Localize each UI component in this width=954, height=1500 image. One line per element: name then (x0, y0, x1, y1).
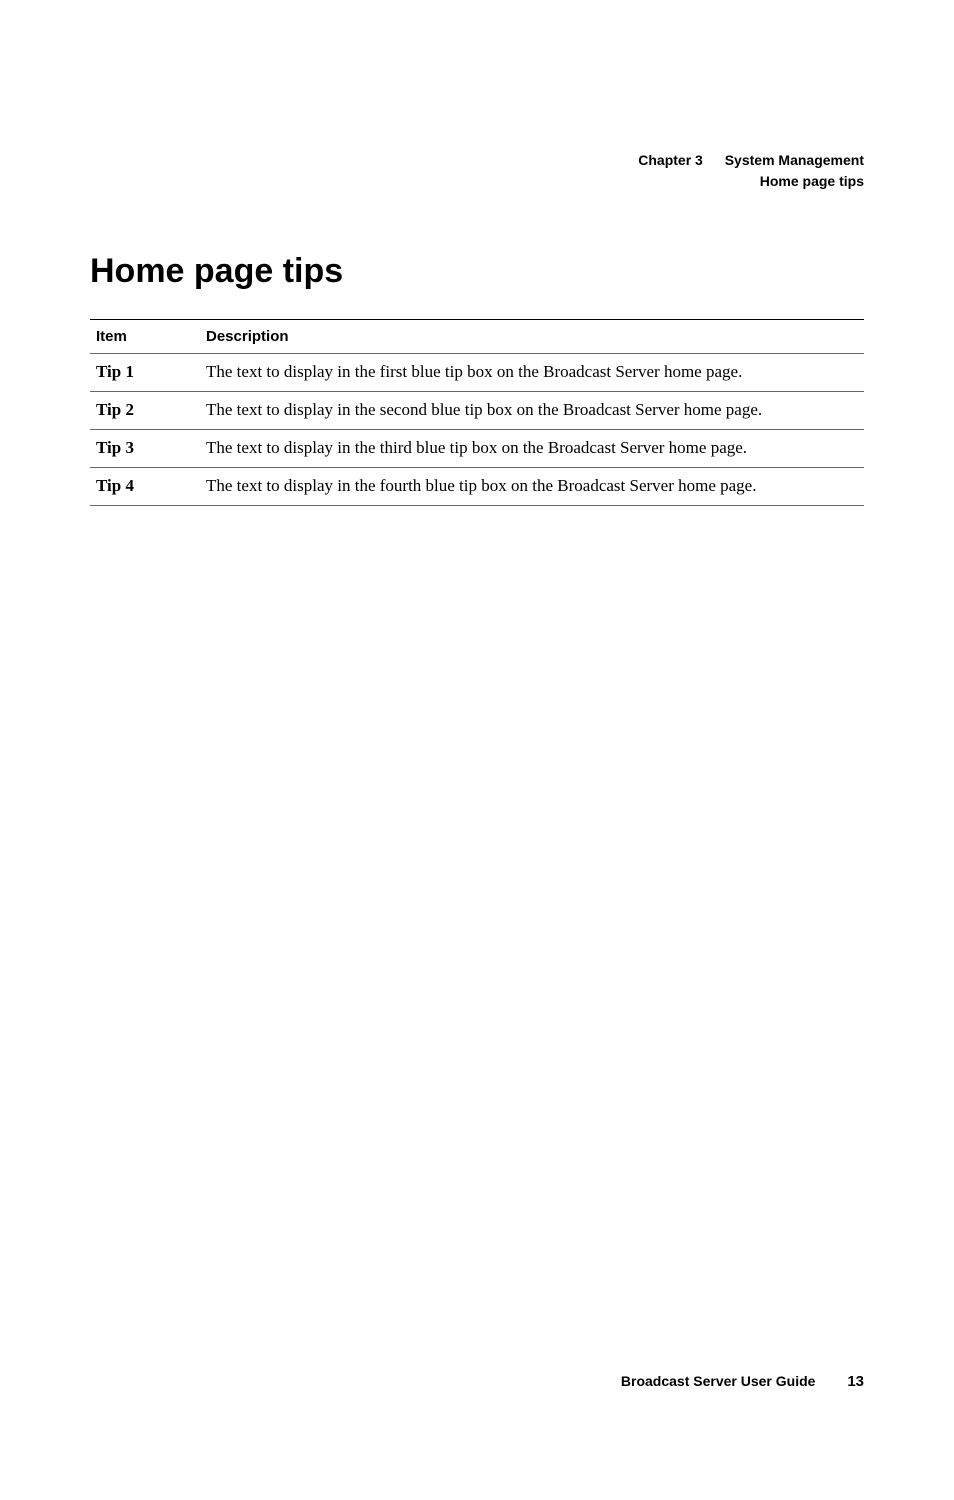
description-cell: The text to display in the second blue t… (200, 391, 864, 429)
description-cell: The text to display in the first blue ti… (200, 354, 864, 392)
item-cell: Tip 4 (90, 467, 200, 505)
item-cell: Tip 2 (90, 391, 200, 429)
description-cell: The text to display in the fourth blue t… (200, 467, 864, 505)
tips-table: Item Description Tip 1 The text to displ… (90, 319, 864, 506)
table-row: Tip 4 The text to display in the fourth … (90, 467, 864, 505)
header-subsection: Home page tips (90, 171, 864, 192)
footer-page-number: 13 (847, 1373, 864, 1390)
chapter-label: Chapter 3 (638, 152, 703, 168)
table-row: Tip 2 The text to display in the second … (90, 391, 864, 429)
item-cell: Tip 1 (90, 354, 200, 392)
description-cell: The text to display in the third blue ti… (200, 429, 864, 467)
table-header-row: Item Description (90, 320, 864, 354)
column-header-item: Item (90, 320, 200, 354)
section-title: Home page tips (90, 252, 864, 291)
header-line-1: Chapter 3 System Management (90, 150, 864, 171)
chapter-title: System Management (725, 152, 864, 168)
page: Chapter 3 System Management Home page ti… (0, 0, 954, 1500)
page-footer: Broadcast Server User Guide 13 (621, 1373, 864, 1390)
footer-doc-title: Broadcast Server User Guide (621, 1373, 816, 1389)
item-cell: Tip 3 (90, 429, 200, 467)
page-header: Chapter 3 System Management Home page ti… (90, 150, 864, 192)
column-header-description: Description (200, 320, 864, 354)
table-row: Tip 3 The text to display in the third b… (90, 429, 864, 467)
table-row: Tip 1 The text to display in the first b… (90, 354, 864, 392)
